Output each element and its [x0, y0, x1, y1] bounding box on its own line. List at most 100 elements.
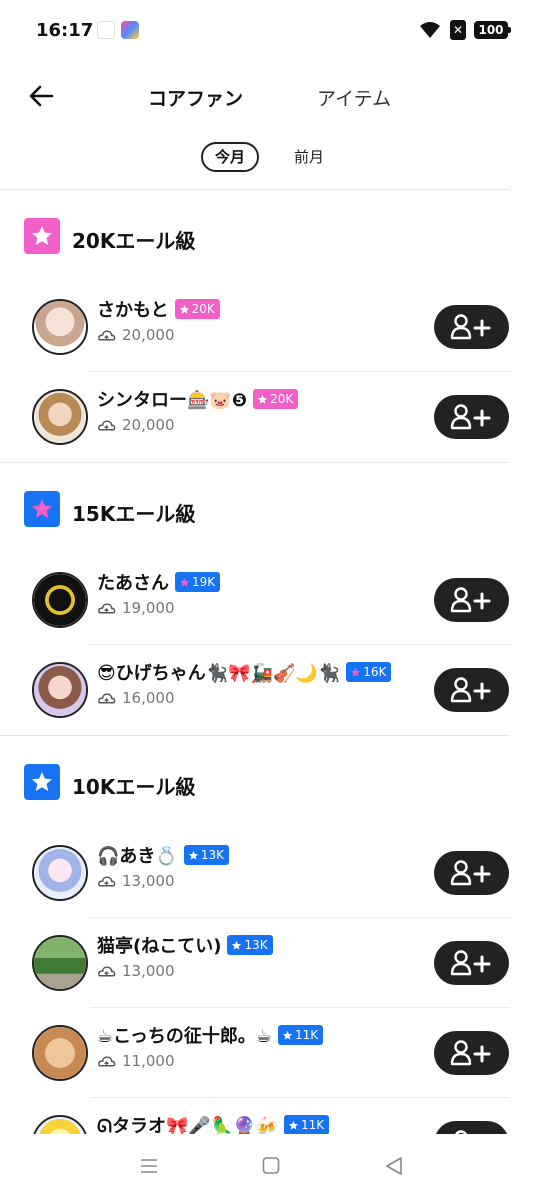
back-icon[interactable]: [384, 1156, 404, 1176]
fan-points-value: 13,000: [122, 872, 175, 890]
arrow-left-icon[interactable]: [26, 80, 58, 112]
fan-row[interactable]: 🎧あき💍 13K 13,000: [0, 828, 539, 918]
rank-badge-label: 11K: [301, 1118, 325, 1132]
fan-name-line: 猫亭(ねこてい) 13K: [97, 932, 273, 958]
section-title: 20Kエール級: [72, 229, 196, 253]
cloud-icon: [98, 603, 116, 614]
fan-row[interactable]: 😎ひげちゃん🐈‍⬛🎀🚂🎻🌙🐈‍⬛ 16K 16,000: [0, 645, 539, 735]
period-toggle: 今月 前月: [0, 142, 539, 176]
follow-button[interactable]: [434, 395, 509, 439]
add-user-icon: [450, 587, 490, 613]
section-header: 20Kエール級: [0, 190, 539, 282]
star-icon: [351, 667, 361, 677]
rank-badge: 19K: [175, 572, 221, 592]
follow-button[interactable]: [434, 578, 509, 622]
cloud-icon: [98, 876, 116, 887]
follow-button[interactable]: [434, 941, 509, 985]
fan-points: 11,000: [97, 1052, 175, 1070]
cloud-icon: [98, 693, 116, 704]
fan-list[interactable]: 20Kエール級 さかもと 20K 20,000 シンタロー🎰🐷❺ 20K 20,000 15K…: [0, 190, 539, 1134]
fan-name-line: さかもと 20K: [97, 296, 220, 322]
fan-points: 16,000: [97, 689, 175, 707]
rank-badge-label: 13K: [200, 848, 224, 862]
follow-button[interactable]: [434, 668, 509, 712]
star-icon: [282, 1030, 293, 1040]
fan-points: 20,000: [97, 416, 175, 434]
status-time: 16:17: [36, 20, 94, 41]
cloud-icon: [98, 420, 116, 431]
fan-points: 13,000: [97, 962, 175, 980]
rank-badge-label: 20K: [191, 302, 215, 316]
avatar[interactable]: [32, 572, 88, 628]
star-icon: [232, 940, 242, 950]
fan-points-value: 13,000: [122, 962, 175, 980]
fan-row[interactable]: ☕こっちの征十郎。☕ 11K 11,000: [0, 1008, 539, 1098]
fan-name: 🎧あき💍: [97, 846, 178, 867]
avatar[interactable]: [32, 1115, 88, 1134]
cloud-icon: [98, 1056, 116, 1067]
sim-icon: ✕: [450, 20, 466, 40]
period-this-month[interactable]: 今月: [201, 142, 259, 172]
fan-points: 19,000: [97, 599, 175, 617]
fan-row[interactable]: たあさん 19K 19,000: [0, 555, 539, 645]
rank-badge: 20K: [253, 389, 299, 409]
follow-button[interactable]: [434, 1121, 509, 1134]
fan-row[interactable]: 猫亭(ねこてい) 13K 13,000: [0, 918, 539, 1008]
avatar[interactable]: [32, 935, 88, 991]
period-last-month[interactable]: 前月: [294, 146, 324, 167]
fan-points: 20,000: [97, 326, 175, 344]
star-icon: [24, 218, 60, 254]
star-icon: [288, 1120, 299, 1130]
home-icon[interactable]: [262, 1156, 280, 1176]
fan-points-value: 16,000: [122, 689, 175, 707]
star-icon: [257, 394, 268, 404]
fan-name-line: たあさん 19K: [97, 569, 221, 595]
battery-icon: 100: [474, 21, 511, 39]
avatar[interactable]: [32, 662, 88, 718]
fan-row[interactable]: さかもと 20K 20,000: [0, 282, 539, 372]
rank-badge: 13K: [183, 845, 229, 865]
fan-name: たあさん: [97, 573, 169, 594]
fan-name: ᘏタラオ🎀🎤🦜🔮🍻: [97, 1116, 279, 1134]
fan-points-value: 20,000: [122, 416, 175, 434]
fan-points-value: 11,000: [122, 1052, 175, 1070]
star-icon: [179, 304, 189, 314]
avatar[interactable]: [32, 389, 88, 445]
system-nav-bar: [0, 1134, 539, 1200]
avatar[interactable]: [32, 299, 88, 355]
section-title: 10Kエール級: [72, 775, 196, 799]
fan-name: 猫亭(ねこてい): [97, 936, 222, 957]
rank-badge: 11K: [284, 1115, 330, 1134]
rank-badge: 20K: [174, 299, 220, 319]
tab-items[interactable]: アイテム: [317, 84, 391, 111]
avatar[interactable]: [32, 845, 88, 901]
rank-badge: 11K: [278, 1025, 324, 1045]
fan-row[interactable]: シンタロー🎰🐷❺ 20K 20,000: [0, 372, 539, 462]
fan-name: シンタロー🎰🐷❺: [97, 390, 248, 411]
tab-core-fans[interactable]: コアファン: [148, 84, 243, 111]
rank-badge: 16K: [346, 662, 392, 682]
star-icon: [179, 577, 190, 587]
follow-button[interactable]: [434, 1031, 509, 1075]
fan-name-line: ᘏタラオ🎀🎤🦜🔮🍻 11K: [97, 1112, 330, 1134]
add-user-icon: [450, 677, 490, 703]
section-header: 15Kエール級: [0, 463, 539, 555]
avatar[interactable]: [32, 1025, 88, 1081]
wifi-icon: [420, 22, 440, 38]
follow-button[interactable]: [434, 851, 509, 895]
rank-badge-label: 19K: [192, 575, 216, 589]
fan-row[interactable]: ᘏタラオ🎀🎤🦜🔮🍻 11K: [0, 1098, 539, 1134]
cloud-icon: [98, 330, 116, 341]
section-title: 15Kエール級: [72, 502, 196, 526]
status-bar: 16:17 ✕ 100: [0, 0, 539, 62]
app-icon-colorful: [121, 21, 139, 39]
cloud-icon: [98, 966, 116, 977]
follow-button[interactable]: [434, 305, 509, 349]
rank-badge-label: 16K: [363, 665, 387, 679]
add-user-icon: [450, 1040, 490, 1066]
rank-badge: 13K: [227, 935, 273, 955]
rank-badge-label: 13K: [244, 938, 268, 952]
menu-icon[interactable]: [139, 1156, 159, 1176]
star-icon: [24, 491, 60, 527]
fan-points: 13,000: [97, 872, 175, 890]
